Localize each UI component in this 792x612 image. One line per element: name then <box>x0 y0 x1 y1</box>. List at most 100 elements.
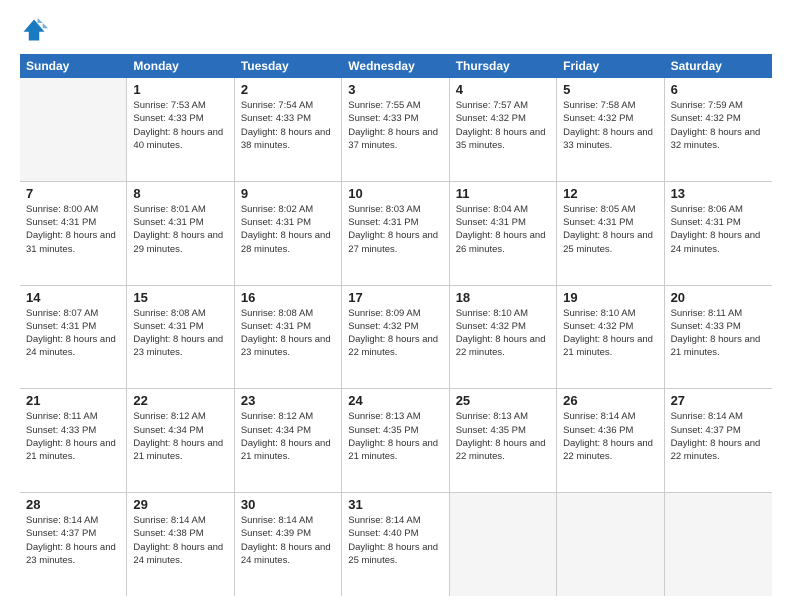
day-cell-31: 31 Sunrise: 8:14 AMSunset: 4:40 PMDayligh… <box>342 493 449 596</box>
day-number: 29 <box>133 497 227 512</box>
day-info: Sunrise: 8:10 AMSunset: 4:32 PMDaylight:… <box>456 307 550 360</box>
calendar-header: SundayMondayTuesdayWednesdayThursdayFrid… <box>20 54 772 78</box>
day-header-tuesday: Tuesday <box>235 54 342 78</box>
day-number: 27 <box>671 393 766 408</box>
day-info: Sunrise: 8:14 AMSunset: 4:40 PMDaylight:… <box>348 514 442 567</box>
day-info: Sunrise: 8:14 AMSunset: 4:36 PMDaylight:… <box>563 410 657 463</box>
day-cell-24: 24 Sunrise: 8:13 AMSunset: 4:35 PMDayligh… <box>342 389 449 492</box>
day-cell-22: 22 Sunrise: 8:12 AMSunset: 4:34 PMDayligh… <box>127 389 234 492</box>
day-cell-21: 21 Sunrise: 8:11 AMSunset: 4:33 PMDayligh… <box>20 389 127 492</box>
day-number: 21 <box>26 393 120 408</box>
day-number: 26 <box>563 393 657 408</box>
week-row-2: 14Sunrise: 8:07 AMSunset: 4:31 PMDayligh… <box>20 286 772 390</box>
day-info: Sunrise: 8:07 AMSunset: 4:31 PMDaylight:… <box>26 307 120 360</box>
day-number: 23 <box>241 393 335 408</box>
day-info: Sunrise: 7:55 AMSunset: 4:33 PMDaylight:… <box>348 99 442 152</box>
day-cell-26: 26 Sunrise: 8:14 AMSunset: 4:36 PMDayligh… <box>557 389 664 492</box>
day-cell-6: 6 Sunrise: 7:59 AMSunset: 4:32 PMDaylight… <box>665 78 772 181</box>
day-info: Sunrise: 7:59 AMSunset: 4:32 PMDaylight:… <box>671 99 766 152</box>
day-info: Sunrise: 8:14 AMSunset: 4:39 PMDaylight:… <box>241 514 335 567</box>
day-cell-15: 15Sunrise: 8:08 AMSunset: 4:31 PMDayligh… <box>127 286 234 389</box>
day-info: Sunrise: 8:11 AMSunset: 4:33 PMDaylight:… <box>671 307 766 360</box>
day-info: Sunrise: 8:12 AMSunset: 4:34 PMDaylight:… <box>133 410 227 463</box>
day-header-monday: Monday <box>127 54 234 78</box>
empty-cell <box>665 493 772 596</box>
day-number: 25 <box>456 393 550 408</box>
day-header-sunday: Sunday <box>20 54 127 78</box>
day-header-friday: Friday <box>557 54 664 78</box>
day-number: 18 <box>456 290 550 305</box>
day-info: Sunrise: 8:14 AMSunset: 4:37 PMDaylight:… <box>26 514 120 567</box>
day-info: Sunrise: 8:09 AMSunset: 4:32 PMDaylight:… <box>348 307 442 360</box>
page: SundayMondayTuesdayWednesdayThursdayFrid… <box>0 0 792 612</box>
day-info: Sunrise: 8:05 AMSunset: 4:31 PMDaylight:… <box>563 203 657 256</box>
logo <box>20 16 52 44</box>
day-cell-12: 12 Sunrise: 8:05 AMSunset: 4:31 PMDayligh… <box>557 182 664 285</box>
day-number: 20 <box>671 290 766 305</box>
day-info: Sunrise: 8:14 AMSunset: 4:37 PMDaylight:… <box>671 410 766 463</box>
day-cell-16: 16Sunrise: 8:08 AMSunset: 4:31 PMDayligh… <box>235 286 342 389</box>
day-info: Sunrise: 7:58 AMSunset: 4:32 PMDaylight:… <box>563 99 657 152</box>
day-cell-27: 27 Sunrise: 8:14 AMSunset: 4:37 PMDayligh… <box>665 389 772 492</box>
day-number: 30 <box>241 497 335 512</box>
calendar: SundayMondayTuesdayWednesdayThursdayFrid… <box>20 54 772 596</box>
day-number: 7 <box>26 186 120 201</box>
logo-icon <box>20 16 48 44</box>
day-info: Sunrise: 8:11 AMSunset: 4:33 PMDaylight:… <box>26 410 120 463</box>
empty-cell <box>20 78 127 181</box>
day-cell-29: 29 Sunrise: 8:14 AMSunset: 4:38 PMDayligh… <box>127 493 234 596</box>
day-number: 3 <box>348 82 442 97</box>
day-info: Sunrise: 8:01 AMSunset: 4:31 PMDaylight:… <box>133 203 227 256</box>
day-number: 13 <box>671 186 766 201</box>
day-number: 6 <box>671 82 766 97</box>
day-info: Sunrise: 8:13 AMSunset: 4:35 PMDaylight:… <box>456 410 550 463</box>
day-cell-1: 1 Sunrise: 7:53 AMSunset: 4:33 PMDaylight… <box>127 78 234 181</box>
day-cell-8: 8Sunrise: 8:01 AMSunset: 4:31 PMDaylight… <box>127 182 234 285</box>
day-info: Sunrise: 8:14 AMSunset: 4:38 PMDaylight:… <box>133 514 227 567</box>
header <box>20 16 772 44</box>
day-cell-9: 9Sunrise: 8:02 AMSunset: 4:31 PMDaylight… <box>235 182 342 285</box>
day-info: Sunrise: 7:57 AMSunset: 4:32 PMDaylight:… <box>456 99 550 152</box>
empty-cell <box>557 493 664 596</box>
day-info: Sunrise: 8:10 AMSunset: 4:32 PMDaylight:… <box>563 307 657 360</box>
day-header-thursday: Thursday <box>450 54 557 78</box>
day-cell-13: 13Sunrise: 8:06 AMSunset: 4:31 PMDayligh… <box>665 182 772 285</box>
day-cell-23: 23 Sunrise: 8:12 AMSunset: 4:34 PMDayligh… <box>235 389 342 492</box>
day-cell-25: 25 Sunrise: 8:13 AMSunset: 4:35 PMDayligh… <box>450 389 557 492</box>
day-cell-19: 19Sunrise: 8:10 AMSunset: 4:32 PMDayligh… <box>557 286 664 389</box>
day-info: Sunrise: 8:13 AMSunset: 4:35 PMDaylight:… <box>348 410 442 463</box>
calendar-body: 1 Sunrise: 7:53 AMSunset: 4:33 PMDaylight… <box>20 78 772 596</box>
day-cell-30: 30 Sunrise: 8:14 AMSunset: 4:39 PMDayligh… <box>235 493 342 596</box>
day-cell-10: 10Sunrise: 8:03 AMSunset: 4:31 PMDayligh… <box>342 182 449 285</box>
day-cell-17: 17Sunrise: 8:09 AMSunset: 4:32 PMDayligh… <box>342 286 449 389</box>
week-row-0: 1 Sunrise: 7:53 AMSunset: 4:33 PMDaylight… <box>20 78 772 182</box>
day-info: Sunrise: 8:03 AMSunset: 4:31 PMDaylight:… <box>348 203 442 256</box>
day-cell-5: 5Sunrise: 7:58 AMSunset: 4:32 PMDaylight… <box>557 78 664 181</box>
week-row-3: 21 Sunrise: 8:11 AMSunset: 4:33 PMDayligh… <box>20 389 772 493</box>
day-number: 28 <box>26 497 120 512</box>
day-cell-11: 11Sunrise: 8:04 AMSunset: 4:31 PMDayligh… <box>450 182 557 285</box>
day-cell-28: 28 Sunrise: 8:14 AMSunset: 4:37 PMDayligh… <box>20 493 127 596</box>
day-cell-20: 20 Sunrise: 8:11 AMSunset: 4:33 PMDayligh… <box>665 286 772 389</box>
day-info: Sunrise: 8:12 AMSunset: 4:34 PMDaylight:… <box>241 410 335 463</box>
day-cell-14: 14Sunrise: 8:07 AMSunset: 4:31 PMDayligh… <box>20 286 127 389</box>
day-cell-18: 18 Sunrise: 8:10 AMSunset: 4:32 PMDayligh… <box>450 286 557 389</box>
day-cell-3: 3 Sunrise: 7:55 AMSunset: 4:33 PMDaylight… <box>342 78 449 181</box>
empty-cell <box>450 493 557 596</box>
day-number: 24 <box>348 393 442 408</box>
week-row-4: 28 Sunrise: 8:14 AMSunset: 4:37 PMDayligh… <box>20 493 772 596</box>
day-number: 22 <box>133 393 227 408</box>
day-number: 15 <box>133 290 227 305</box>
day-number: 12 <box>563 186 657 201</box>
day-cell-4: 4 Sunrise: 7:57 AMSunset: 4:32 PMDaylight… <box>450 78 557 181</box>
day-number: 2 <box>241 82 335 97</box>
day-number: 9 <box>241 186 335 201</box>
day-info: Sunrise: 7:53 AMSunset: 4:33 PMDaylight:… <box>133 99 227 152</box>
day-number: 1 <box>133 82 227 97</box>
day-header-wednesday: Wednesday <box>342 54 449 78</box>
day-info: Sunrise: 8:08 AMSunset: 4:31 PMDaylight:… <box>241 307 335 360</box>
day-info: Sunrise: 7:54 AMSunset: 4:33 PMDaylight:… <box>241 99 335 152</box>
day-number: 4 <box>456 82 550 97</box>
day-cell-2: 2 Sunrise: 7:54 AMSunset: 4:33 PMDaylight… <box>235 78 342 181</box>
day-number: 31 <box>348 497 442 512</box>
